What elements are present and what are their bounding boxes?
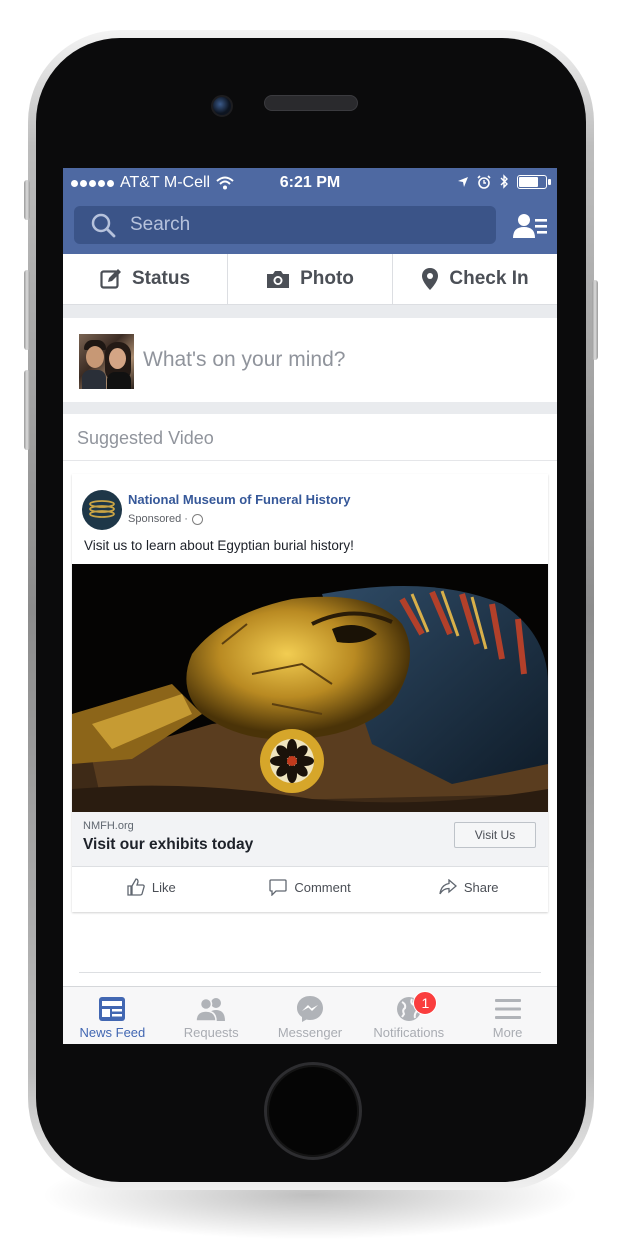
page-logo[interactable]	[82, 490, 122, 530]
like-button[interactable]: Like	[72, 866, 231, 908]
tab-requests-label: Requests	[183, 1025, 239, 1040]
friend-requests-icon	[196, 997, 226, 1022]
home-button[interactable]	[264, 1062, 362, 1160]
mute-switch	[24, 180, 30, 220]
messenger-icon	[296, 996, 323, 1022]
sponsored-post: National Museum of Funeral History Spons…	[72, 474, 548, 912]
share-icon	[439, 879, 457, 895]
sponsored-label: Sponsored ·	[128, 513, 203, 525]
post-text: Visit us to learn about Egyptian burial …	[84, 538, 354, 553]
comment-button[interactable]: Comment	[231, 866, 390, 908]
globe-icon	[191, 513, 203, 525]
comment-icon	[269, 878, 287, 896]
edit-icon	[100, 269, 121, 289]
phone-screen: AT&T M-Cell 6:21 PM Search Status Photo …	[63, 168, 557, 1044]
status-button[interactable]: Status	[63, 254, 227, 304]
tab-more-label: More	[492, 1025, 523, 1040]
search-input[interactable]: Search	[74, 206, 496, 244]
share-label: Share	[463, 879, 499, 895]
link-title: Visit our exhibits today	[83, 836, 254, 853]
tab-news-feed-label: News Feed	[79, 1025, 146, 1040]
post-actions: Like Comment Share	[72, 866, 548, 908]
composer-prompt: What's on your mind?	[143, 348, 346, 371]
feed-divider	[79, 972, 541, 973]
tab-notifications-label: Notifications	[373, 1025, 445, 1040]
volume-up-button	[24, 270, 30, 350]
news-feed-icon	[99, 997, 126, 1021]
thumbs-up-icon	[127, 878, 145, 896]
sponsored-text: Sponsored ·	[128, 513, 188, 525]
tab-notifications[interactable]: 1 Notifications	[359, 987, 458, 1044]
power-button	[592, 280, 598, 360]
composer-actions-bar: Status Photo Check In	[63, 254, 557, 305]
photo-button-label: Photo	[300, 268, 354, 289]
comment-label: Comment	[294, 879, 351, 895]
post-image[interactable]	[72, 564, 548, 812]
volume-down-button	[24, 370, 30, 450]
battery-icon	[517, 174, 551, 189]
search-icon	[91, 213, 116, 238]
status-button-label: Status	[131, 268, 191, 289]
page-name-link[interactable]: National Museum of Funeral History	[128, 492, 350, 507]
suggested-video-header: Suggested Video	[63, 414, 557, 461]
like-label: Like	[151, 879, 176, 895]
earpiece-speaker	[264, 95, 358, 111]
tab-news-feed[interactable]: News Feed	[63, 987, 162, 1044]
tab-more[interactable]: More	[458, 987, 557, 1044]
camera-icon	[267, 271, 290, 288]
tab-requests[interactable]: Requests	[162, 987, 261, 1044]
link-preview[interactable]: NMFH.org Visit our exhibits today Visit …	[72, 812, 548, 867]
friend-list-icon[interactable]	[513, 212, 547, 240]
tab-messenger[interactable]: Messenger	[261, 987, 360, 1044]
top-navigation-bar: Search	[63, 198, 557, 254]
location-pin-icon	[422, 268, 439, 290]
front-camera	[211, 95, 233, 117]
bottom-tab-bar: News Feed Requests Messenger 1 Notificat…	[63, 986, 557, 1044]
suggested-video-label: Suggested Video	[77, 428, 214, 448]
status-bar: AT&T M-Cell 6:21 PM	[63, 168, 557, 198]
share-button[interactable]: Share	[389, 866, 548, 908]
bluetooth-icon	[500, 174, 508, 189]
rings-logo-icon	[89, 500, 115, 518]
menu-icon	[494, 999, 521, 1019]
check-in-button-label: Check In	[449, 268, 529, 289]
alarm-icon	[477, 174, 491, 189]
notification-badge: 1	[413, 991, 438, 1015]
tab-messenger-label: Messenger	[277, 1025, 343, 1040]
visit-us-button[interactable]: Visit Us	[454, 822, 536, 848]
search-placeholder: Search	[130, 214, 191, 235]
location-arrow-icon	[458, 176, 468, 187]
sarcophagus-image	[72, 564, 548, 812]
avatar	[79, 334, 134, 389]
status-composer[interactable]: What's on your mind?	[63, 318, 557, 402]
photo-button[interactable]: Photo	[227, 254, 392, 304]
check-in-button[interactable]: Check In	[392, 254, 557, 304]
link-domain: NMFH.org	[83, 820, 134, 832]
